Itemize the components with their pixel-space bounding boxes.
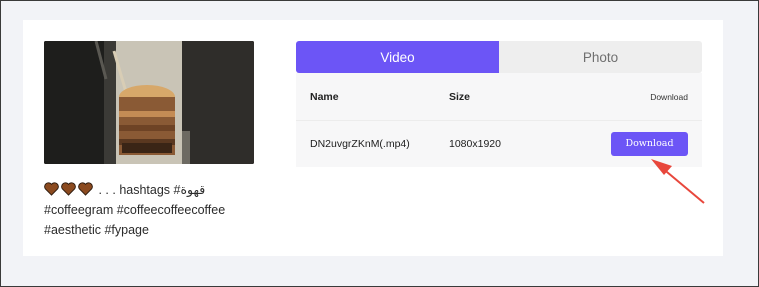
post-thumbnail[interactable]: [44, 41, 254, 164]
download-panel: Video Photo Name Size Download DN2uvgrZK…: [296, 41, 702, 167]
tab-photo[interactable]: Photo: [499, 41, 702, 73]
file-resolution: 1080x1920: [449, 138, 501, 150]
caption-line-3: #aesthetic #fypage: [44, 223, 149, 237]
file-name: DN2uvgrZKnM(.mp4): [310, 138, 410, 150]
caption-line-2: #coffeegram #coffeecoffeecoffee: [44, 203, 226, 217]
table-header: Name Size Download: [296, 73, 702, 120]
caption-line-1: . . . hashtags #قهوة: [98, 183, 206, 197]
post-caption: . . . hashtags #قهوة #coffeegram #coffee…: [44, 180, 274, 240]
heart-icon: [78, 182, 93, 196]
table-row: DN2uvgrZKnM(.mp4) 1080x1920 Download: [296, 120, 702, 167]
hearts-emoji: [44, 182, 93, 196]
thumbnail-image: [44, 41, 254, 164]
header-name: Name: [310, 90, 339, 103]
header-download: Download: [650, 91, 688, 102]
result-card: . . . hashtags #قهوة #coffeegram #coffee…: [23, 20, 723, 256]
media-tabs: Video Photo: [296, 41, 702, 73]
header-size: Size: [449, 90, 471, 103]
heart-icon: [61, 182, 76, 196]
heart-icon: [44, 182, 59, 196]
tab-video[interactable]: Video: [296, 41, 499, 73]
download-table: Name Size Download DN2uvgrZKnM(.mp4) 108…: [296, 73, 702, 167]
download-button[interactable]: Download: [611, 132, 688, 156]
download-cell: Download: [588, 132, 702, 156]
